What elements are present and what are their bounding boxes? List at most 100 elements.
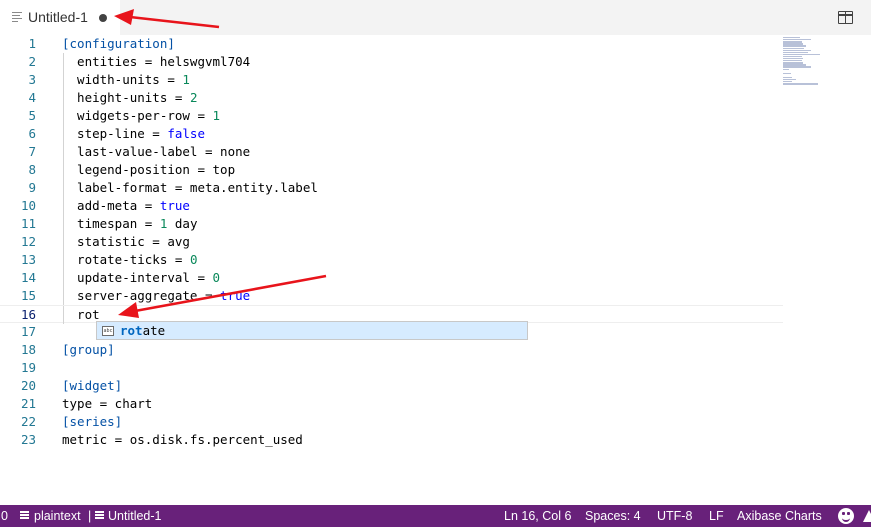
suggestion-rotate[interactable]: rotate <box>120 322 165 340</box>
code-line[interactable]: 1 [configuration] <box>0 35 783 53</box>
code-token: 2 <box>189 90 198 105</box>
line-number: 16 <box>20 307 36 322</box>
code-token: timespan = <box>62 216 160 231</box>
tab-title[interactable]: Untitled-1 <box>28 9 88 25</box>
tab-untitled-1[interactable]: Untitled-1 <box>0 0 120 35</box>
code-line[interactable]: 4 height-units = 2 <box>0 89 783 107</box>
line-number: 5 <box>28 108 36 123</box>
code-token: width-units = <box>62 72 183 87</box>
code-line[interactable]: 11 timespan = 1 day <box>0 215 783 233</box>
line-code[interactable]: timespan = 1 day <box>62 215 197 233</box>
encoding[interactable]: UTF-8 <box>657 509 692 523</box>
line-code[interactable]: last-value-label = none <box>62 143 250 161</box>
line-code[interactable]: update-interval = 0 <box>62 269 220 287</box>
line-code[interactable]: label-format = meta.entity.label <box>62 179 318 197</box>
line-number: 21 <box>20 396 36 411</box>
code-token: statistic = avg <box>62 234 190 249</box>
line-number: 3 <box>28 72 36 87</box>
file-text-icon <box>12 12 22 23</box>
line-number: 6 <box>28 126 36 141</box>
line-number: 9 <box>28 180 36 195</box>
suggestion-rest: ate <box>142 323 166 338</box>
line-number: 14 <box>20 270 36 285</box>
end-of-line[interactable]: LF <box>709 509 724 523</box>
line-number: 10 <box>20 198 36 213</box>
suggest-widget[interactable]: abc rotate <box>96 321 528 340</box>
cursor-position[interactable]: Ln 16, Col 6 <box>504 509 571 523</box>
line-code[interactable]: [group] <box>62 341 115 359</box>
code-line[interactable]: 22 [series] <box>0 413 783 431</box>
code-line[interactable]: 2 entities = helswgvml704 <box>0 53 783 71</box>
code-line[interactable]: 13 rotate-ticks = 0 <box>0 251 783 269</box>
line-code[interactable]: legend-position = top <box>62 161 235 179</box>
line-code[interactable]: metric = os.disk.fs.percent_used <box>62 431 303 449</box>
code-line[interactable]: 5 widgets-per-row = 1 <box>0 107 783 125</box>
code-line[interactable]: 9 label-format = meta.entity.label <box>0 179 783 197</box>
tab-bar: Untitled-1 <box>0 0 871 35</box>
code-line[interactable]: 23 metric = os.disk.fs.percent_used <box>0 431 783 449</box>
code-token: server-aggregate = <box>62 288 221 303</box>
line-number: 20 <box>20 378 36 393</box>
code-editor[interactable]: 1 [configuration] 2 entities = helswgvml70… <box>0 35 871 505</box>
code-token: day <box>167 216 198 231</box>
bell-icon[interactable] <box>863 510 871 522</box>
line-number: 7 <box>28 144 36 159</box>
code-line[interactable]: 12 statistic = avg <box>0 233 783 251</box>
code-line[interactable]: 20 [widget] <box>0 377 783 395</box>
code-line[interactable]: 14 update-interval = 0 <box>0 269 783 287</box>
line-code[interactable]: type = chart <box>62 395 152 413</box>
line-code[interactable]: step-line = false <box>62 125 205 143</box>
split-editor-icon[interactable] <box>838 11 853 24</box>
line-code[interactable]: height-units = 2 <box>62 89 197 107</box>
line-code[interactable]: server-aggregate = true <box>62 287 250 305</box>
code-token: true <box>220 288 251 303</box>
line-code[interactable]: widgets-per-row = 1 <box>62 107 220 125</box>
line-code[interactable]: [widget] <box>62 377 122 395</box>
line-code[interactable]: statistic = avg <box>62 233 190 251</box>
code-token: false <box>167 126 205 141</box>
code-line[interactable]: 8 legend-position = top <box>0 161 783 179</box>
line-number: 23 <box>20 432 36 447</box>
code-token: step-line = <box>62 126 168 141</box>
code-line[interactable]: 7 last-value-label = none <box>0 143 783 161</box>
code-line[interactable]: 10 add-meta = true <box>0 197 783 215</box>
code-line[interactable]: 6 step-line = false <box>0 125 783 143</box>
code-token: 0 <box>212 270 221 285</box>
code-token: [series] <box>62 414 123 429</box>
line-number: 1 <box>28 36 36 51</box>
code-token: entities = helswgvml704 <box>62 54 251 69</box>
code-token: true <box>159 198 190 213</box>
language-mode[interactable]: plaintext <box>34 509 81 523</box>
code-token: height-units = <box>62 90 190 105</box>
extension-name[interactable]: Axibase Charts <box>737 509 822 523</box>
code-line[interactable]: 15 server-aggregate = true <box>0 287 783 305</box>
code-token: widgets-per-row = <box>62 108 213 123</box>
code-line[interactable]: 21 type = chart <box>0 395 783 413</box>
code-line[interactable]: 18 [group] <box>0 341 783 359</box>
line-number: 4 <box>28 90 36 105</box>
line-code[interactable]: [series] <box>62 413 122 431</box>
minimap[interactable] <box>783 35 829 95</box>
line-code[interactable]: rotate-ticks = 0 <box>62 251 197 269</box>
problems-count[interactable]: 0 <box>1 509 8 523</box>
code-line[interactable]: 19 <box>0 359 783 377</box>
code-token: last-value-label = none <box>62 144 251 159</box>
line-code[interactable]: [configuration] <box>62 35 175 53</box>
indentation[interactable]: Spaces: 4 <box>585 509 641 523</box>
line-code[interactable]: add-meta = true <box>62 197 190 215</box>
code-line[interactable]: 3 width-units = 1 <box>0 71 783 89</box>
line-code[interactable]: width-units = 1 <box>62 71 190 89</box>
text-symbol-icon: abc <box>102 326 114 336</box>
smiley-icon[interactable] <box>838 508 854 524</box>
code-token: legend-position = top <box>62 162 236 177</box>
line-number: 8 <box>28 162 36 177</box>
unsaved-dot-icon[interactable] <box>99 14 107 22</box>
code-token: 1 <box>212 108 221 123</box>
line-number: 13 <box>20 252 36 267</box>
line-number: 12 <box>20 234 36 249</box>
minimap-line <box>783 83 819 85</box>
code-token: rot <box>62 307 100 322</box>
status-filename[interactable]: Untitled-1 <box>108 509 162 523</box>
line-code[interactable]: rot <box>62 306 100 324</box>
line-code[interactable]: entities = helswgvml704 <box>62 53 250 71</box>
